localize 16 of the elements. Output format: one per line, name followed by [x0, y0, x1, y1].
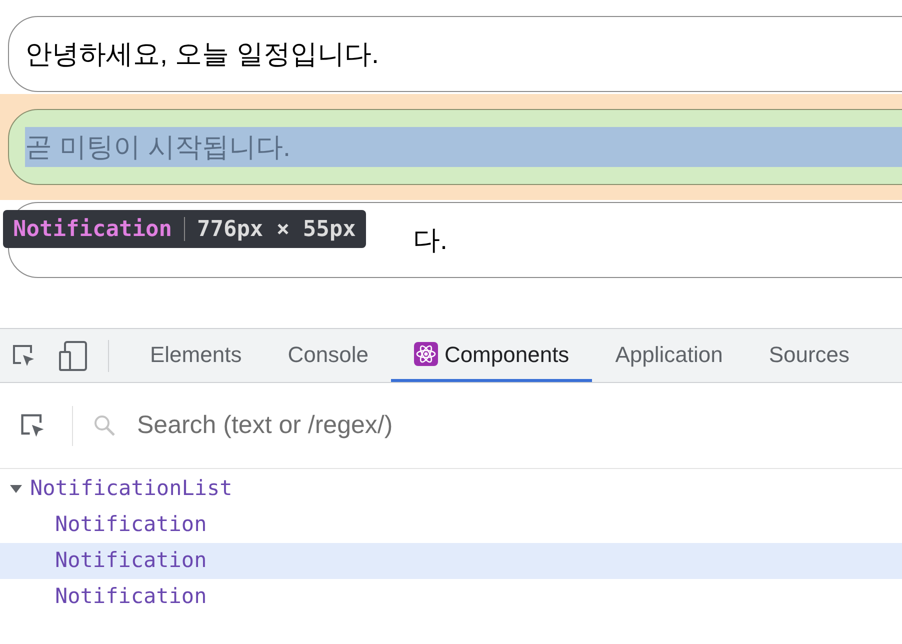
tree-item[interactable]: Notification — [0, 543, 902, 579]
devtools-tab[interactable]: Elements — [127, 329, 265, 382]
tooltip-size: 776px × 55px — [196, 216, 356, 244]
tooltip-component-name: Notification — [13, 216, 172, 244]
devtools-tab[interactable]: Sources — [746, 329, 873, 382]
atom-icon — [414, 342, 438, 366]
device-icon[interactable] — [58, 340, 88, 372]
search-icon — [93, 414, 117, 438]
devtools-tab[interactable]: Components — [391, 329, 592, 382]
notification-text: 안녕하세요, 오늘 일정입니다. — [25, 38, 380, 71]
search-field[interactable]: Search (text or /regex/) — [137, 406, 902, 444]
notification-text: 다. — [413, 224, 448, 257]
devtools-tab[interactable]: Console — [264, 329, 392, 382]
caret-down-icon[interactable] — [10, 485, 22, 493]
devtools-tab[interactable]: Application — [592, 329, 746, 382]
notification-text: 곧 미팅이 시작됩니다. — [25, 127, 902, 167]
